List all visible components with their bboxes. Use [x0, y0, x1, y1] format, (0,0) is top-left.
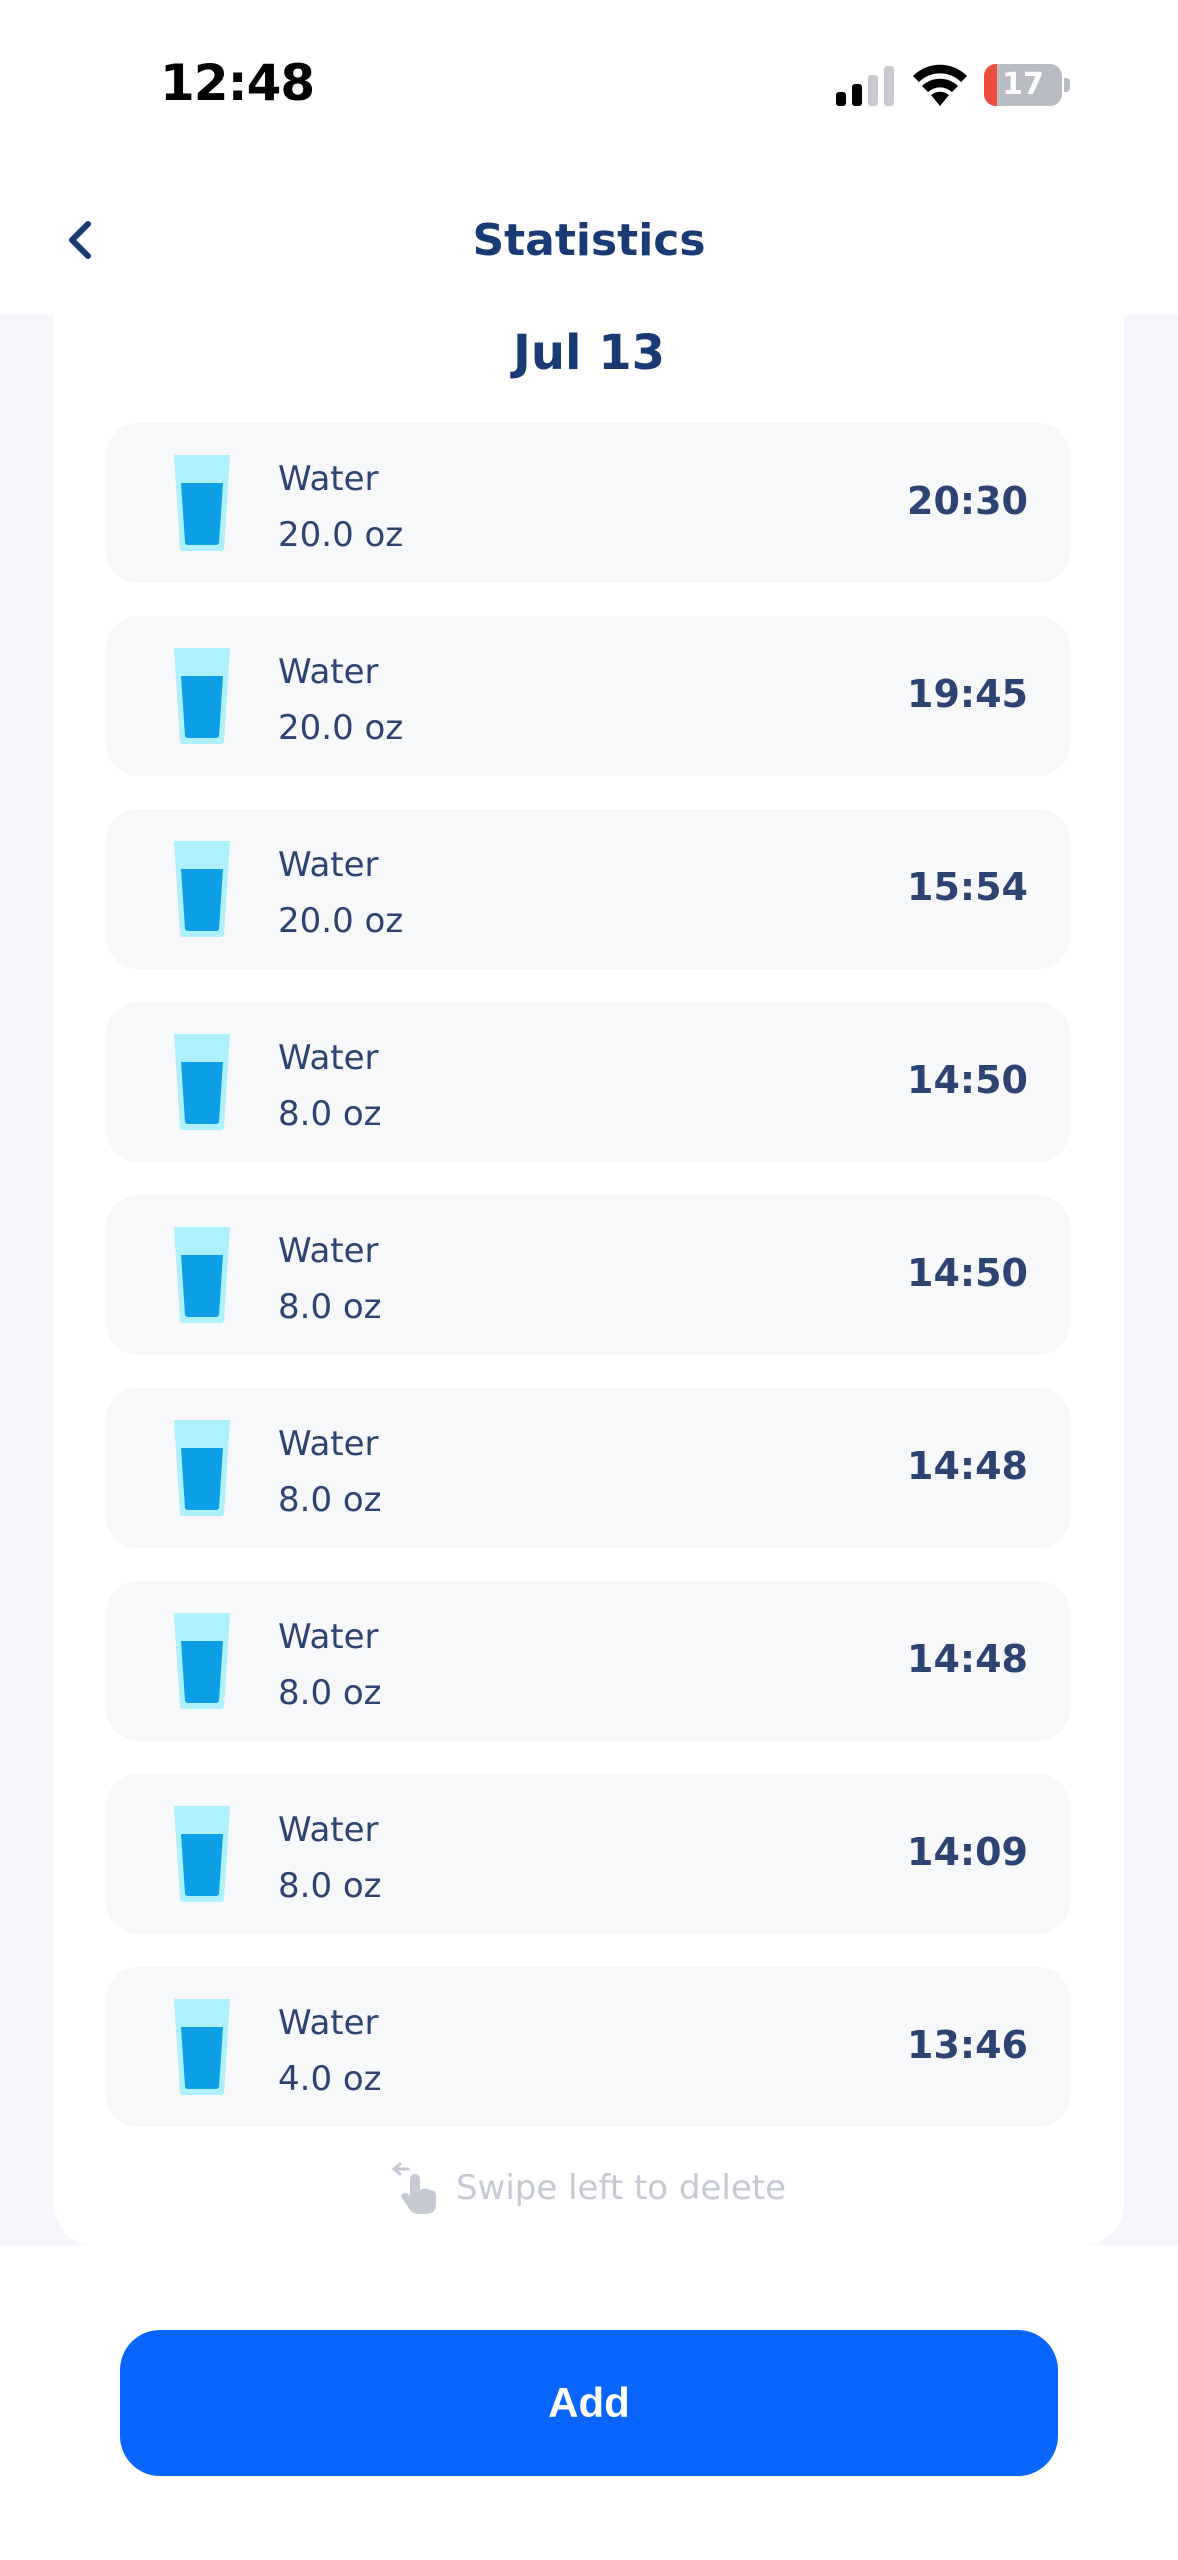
status-time: 12:48: [160, 54, 315, 112]
list-item[interactable]: Water 8.0 oz 14:09: [106, 1774, 1070, 1934]
swipe-hint: Swipe left to delete: [54, 2160, 1124, 2220]
list-item[interactable]: Water 20.0 oz 20:30: [106, 423, 1070, 583]
drink-amount: 8.0 oz: [278, 1480, 382, 1520]
drink-name: Water: [278, 2003, 379, 2043]
drink-name: Water: [278, 459, 379, 499]
water-glass-icon: [174, 1613, 230, 1709]
list-item[interactable]: Water 8.0 oz 14:48: [106, 1388, 1070, 1548]
drink-amount: 20.0 oz: [278, 901, 404, 941]
drink-time: 14:50: [907, 1058, 1028, 1102]
drink-time: 14:50: [907, 1251, 1028, 1295]
swipe-hint-text: Swipe left to delete: [455, 2168, 787, 2208]
entry-list: Water 20.0 oz 20:30 Water 20.0 oz 19:45 Water 2…: [106, 423, 1070, 2160]
water-glass-icon: [174, 1034, 230, 1130]
list-item[interactable]: Water 4.0 oz 13:46: [106, 1967, 1070, 2127]
drink-name: Water: [278, 1424, 379, 1464]
add-button[interactable]: Add: [120, 2330, 1058, 2476]
drink-time: 19:45: [907, 672, 1028, 716]
drink-name: Water: [278, 845, 379, 885]
water-glass-icon: [174, 455, 230, 551]
drink-time: 14:09: [907, 1830, 1028, 1874]
water-glass-icon: [174, 841, 230, 937]
statistics-card: Jul 13 Water 20.0 oz 20:30 Water 20.0 oz 19:4…: [54, 315, 1124, 2245]
battery-percent: 17: [1002, 67, 1044, 102]
water-glass-icon: [174, 648, 230, 744]
water-glass-icon: [174, 1420, 230, 1516]
water-glass-icon: [174, 1227, 230, 1323]
wifi-icon: [913, 64, 967, 106]
drink-amount: 4.0 oz: [278, 2059, 382, 2099]
drink-time: 15:54: [907, 865, 1028, 909]
drink-amount: 8.0 oz: [278, 1866, 382, 1906]
drink-time: 14:48: [907, 1444, 1028, 1488]
status-bar: 12:48 17: [0, 0, 1178, 150]
battery-icon: 17: [984, 64, 1070, 106]
drink-amount: 20.0 oz: [278, 515, 404, 555]
drink-name: Water: [278, 1810, 379, 1850]
water-glass-icon: [174, 1999, 230, 2095]
nav-bar: Statistics: [0, 150, 1178, 315]
page-title: Statistics: [472, 215, 706, 266]
drink-name: Water: [278, 1038, 379, 1078]
date-heading: Jul 13: [513, 325, 665, 381]
drink-amount: 8.0 oz: [278, 1673, 382, 1713]
add-button-label: Add: [548, 2379, 630, 2426]
list-item[interactable]: Water 8.0 oz 14:50: [106, 1195, 1070, 1355]
cellular-signal-icon: [836, 66, 894, 106]
list-item[interactable]: Water 8.0 oz 14:48: [106, 1581, 1070, 1741]
drink-amount: 20.0 oz: [278, 708, 404, 748]
drink-amount: 8.0 oz: [278, 1094, 382, 1134]
list-item[interactable]: Water 8.0 oz 14:50: [106, 1002, 1070, 1162]
drink-name: Water: [278, 652, 379, 692]
swipe-hand-icon: [391, 2162, 436, 2214]
drink-time: 14:48: [907, 1637, 1028, 1681]
drink-time: 20:30: [907, 479, 1028, 523]
drink-name: Water: [278, 1617, 379, 1657]
drink-name: Water: [278, 1231, 379, 1271]
water-glass-icon: [174, 1806, 230, 1902]
list-item[interactable]: Water 20.0 oz 19:45: [106, 616, 1070, 776]
list-item[interactable]: Water 20.0 oz 15:54: [106, 809, 1070, 969]
drink-time: 13:46: [907, 2023, 1028, 2067]
drink-amount: 8.0 oz: [278, 1287, 382, 1327]
